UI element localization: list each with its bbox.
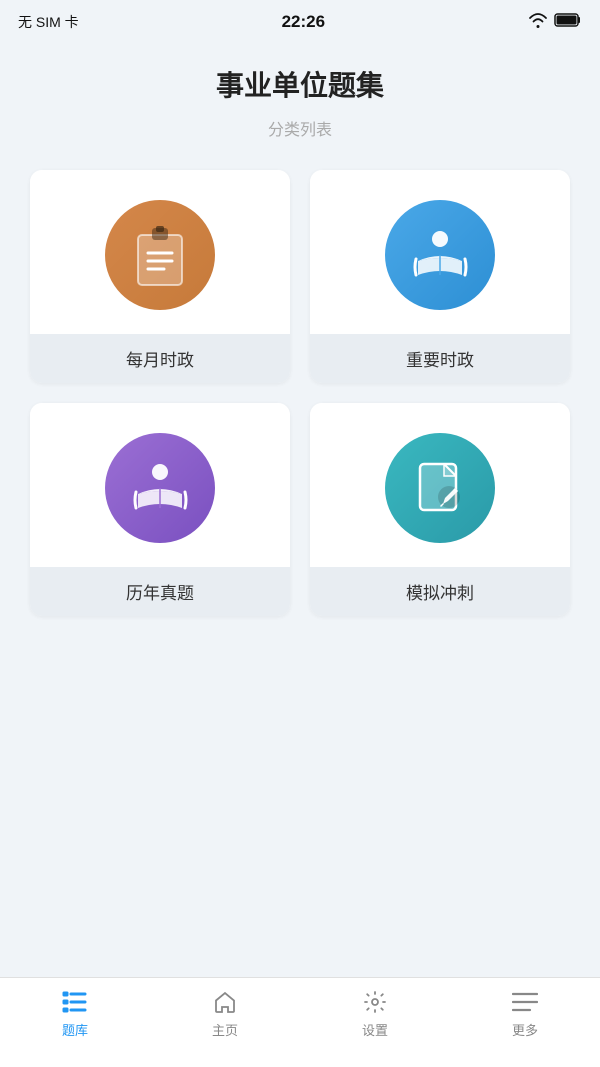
- clock: 22:26: [282, 12, 325, 32]
- card-monthly[interactable]: 每月时政: [30, 170, 290, 383]
- tab-more[interactable]: 更多: [450, 988, 600, 1039]
- card-mock-icon-area: [310, 403, 570, 567]
- card-history-label-area: 历年真题: [30, 567, 290, 616]
- home-icon: [211, 988, 239, 1016]
- card-important[interactable]: 重要时政: [310, 170, 570, 383]
- tab-settings[interactable]: 设置: [300, 988, 450, 1039]
- status-icons: [528, 12, 582, 32]
- page-subtitle: 分类列表: [30, 116, 570, 140]
- card-mock-circle: [385, 433, 495, 543]
- card-important-label: 重要时政: [406, 351, 474, 370]
- card-mock-label: 模拟冲刺: [406, 584, 474, 603]
- wifi-icon: [528, 12, 548, 32]
- tiku-icon: [61, 988, 89, 1016]
- battery-icon: [554, 12, 582, 32]
- main-content: 事业单位题集 分类列表: [0, 44, 600, 616]
- card-history-label: 历年真题: [126, 584, 194, 603]
- tab-tiku-label: 题库: [62, 1020, 88, 1039]
- tab-more-label: 更多: [512, 1020, 538, 1039]
- card-monthly-label: 每月时政: [126, 351, 194, 370]
- card-monthly-icon-area: [30, 170, 290, 334]
- card-monthly-label-area: 每月时政: [30, 334, 290, 383]
- card-history[interactable]: 历年真题: [30, 403, 290, 616]
- sim-status: 无 SIM 卡: [18, 12, 79, 32]
- tab-settings-label: 设置: [362, 1020, 388, 1039]
- card-important-icon-area: [310, 170, 570, 334]
- card-mock-label-area: 模拟冲刺: [310, 567, 570, 616]
- card-mock[interactable]: 模拟冲刺: [310, 403, 570, 616]
- tab-home[interactable]: 主页: [150, 988, 300, 1039]
- more-icon: [511, 988, 539, 1016]
- settings-icon: [361, 988, 389, 1016]
- card-important-label-area: 重要时政: [310, 334, 570, 383]
- category-grid: 每月时政: [30, 170, 570, 616]
- tab-home-label: 主页: [212, 1020, 238, 1039]
- card-important-circle: [385, 200, 495, 310]
- tab-tiku[interactable]: 题库: [0, 988, 150, 1039]
- card-history-icon-area: [30, 403, 290, 567]
- card-history-circle: [105, 433, 215, 543]
- status-bar: 无 SIM 卡 22:26: [0, 0, 600, 44]
- card-monthly-circle: [105, 200, 215, 310]
- tab-bar: 题库 主页 设置 更多: [0, 977, 600, 1067]
- page-title: 事业单位题集: [30, 64, 570, 104]
